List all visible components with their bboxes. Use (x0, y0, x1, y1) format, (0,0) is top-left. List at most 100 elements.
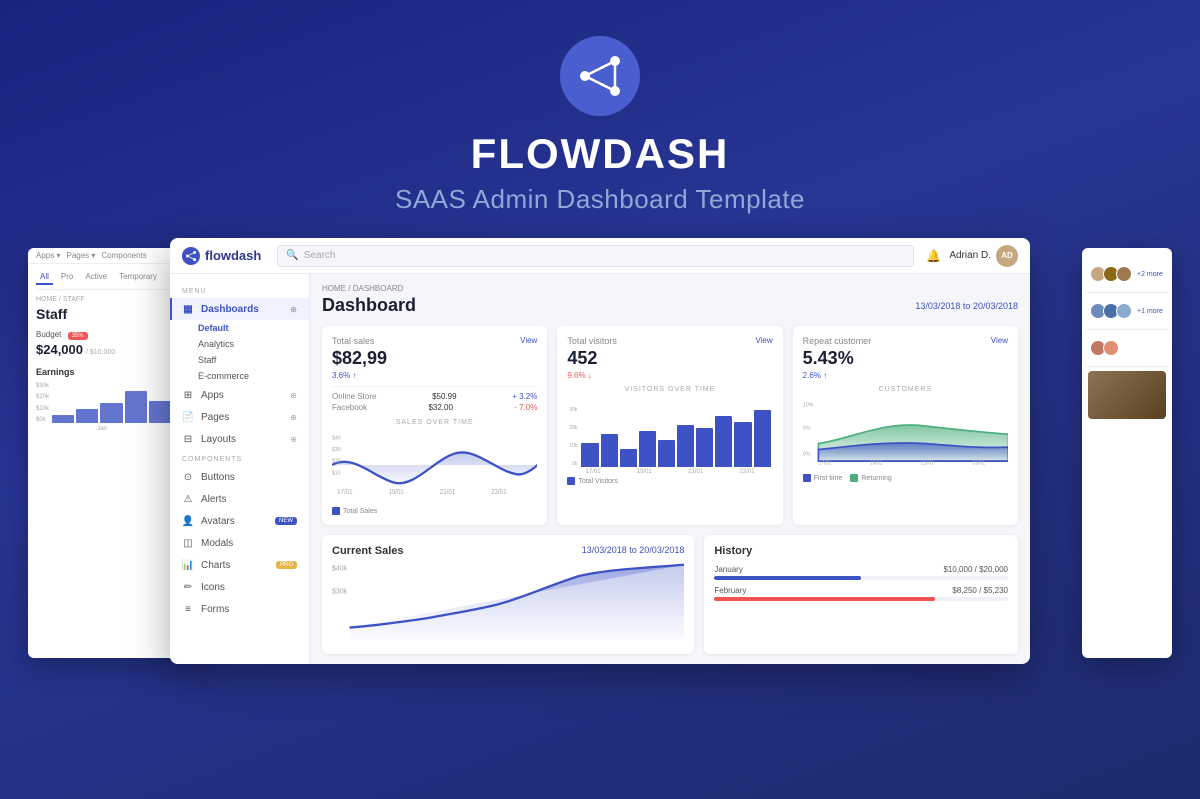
bar (677, 425, 694, 467)
sales-chart-label: SALES OVER TIME (332, 419, 537, 426)
new-badge: NEW (275, 517, 297, 525)
sidebar-item-staff[interactable]: Staff (170, 352, 309, 368)
rp-photo-placeholder (1088, 371, 1166, 419)
lp-tab-all[interactable]: All (36, 270, 53, 285)
sidebar-item-dashboards[interactable]: ▦ Dashboards ⊕ (170, 298, 309, 320)
lp-tab-pro[interactable]: Pro (57, 270, 77, 285)
breadcrumb: HOME / DASHBOARD (322, 284, 1018, 293)
sidebar-item-default[interactable]: Default (170, 320, 309, 336)
sidebar-label-alerts: Alerts (201, 494, 227, 505)
customers-chart-label: CUSTOMERS (803, 386, 1008, 393)
topbar-logo-icon (182, 247, 200, 265)
total-sales-value: $82,99 (332, 348, 537, 369)
sidebar-label-modals: Modals (201, 538, 233, 549)
page-title: Dashboard (322, 295, 416, 316)
svg-text:10%: 10% (803, 402, 813, 408)
preview-container: Apps ▾ Pages ▾ Components All Pro Active… (0, 238, 1200, 664)
lp-pages-tab: Pages ▾ (66, 251, 95, 260)
lp-tab-temporary[interactable]: Temporary (115, 270, 161, 285)
chevron-icon-layouts: ⊕ (290, 435, 297, 444)
topbar-logo-svg (185, 250, 197, 262)
svg-text:17/01: 17/01 (337, 489, 353, 496)
svg-text:19/01: 19/01 (869, 460, 882, 466)
search-bar[interactable]: 🔍 Search (277, 245, 914, 267)
sidebar-item-buttons[interactable]: ⊙ Buttons (170, 466, 309, 488)
sidebar-item-analytics[interactable]: Analytics (170, 336, 309, 352)
search-icon: 🔍 (286, 250, 298, 261)
current-sales-chart: $40k $30k (332, 559, 684, 639)
bar (658, 440, 675, 467)
sidebar-item-icons[interactable]: ✏ Icons (170, 576, 309, 598)
avatar: AD (996, 245, 1018, 267)
table-row: Online Store $50.99 + 3.2% (332, 391, 537, 402)
bar (581, 443, 598, 467)
forms-icon: ≡ (182, 603, 194, 615)
search-placeholder: Search (304, 250, 336, 261)
topbar-logo: flowdash (182, 247, 261, 265)
bar (620, 449, 637, 467)
bar (754, 410, 771, 467)
repeat-customer-label: Repeat customer (803, 336, 872, 346)
lp-tab-active[interactable]: Active (81, 270, 111, 285)
sidebar-item-apps[interactable]: ⊞ Apps ⊕ (170, 384, 309, 406)
lp-components-tab: Components (101, 251, 146, 260)
total-sales-link[interactable]: View (520, 336, 537, 345)
brand-title: FLOWDASH (471, 130, 730, 178)
history-bar-january (714, 576, 861, 580)
sidebar-label-charts: Charts (201, 560, 230, 571)
bar (715, 416, 732, 467)
modals-icon: ◫ (182, 537, 194, 549)
chevron-icon-pages: ⊕ (290, 413, 297, 422)
svg-text:$30k: $30k (332, 588, 348, 595)
svg-text:19/01: 19/01 (388, 489, 404, 496)
user-info: Adrian D. AD (949, 245, 1018, 267)
sidebar-item-alerts[interactable]: ⚠ Alerts (170, 488, 309, 510)
pages-icon: 📄 (182, 411, 194, 423)
history-row-february: February $8,250 / $5,230 (714, 586, 1008, 601)
rp-avatar-row-2: +1 more (1090, 303, 1164, 319)
first-time-legend-dot (803, 474, 811, 482)
bar (696, 428, 713, 467)
sidebar-menu-label: MENU (170, 282, 309, 298)
sidebar-item-layouts[interactable]: ⊟ Layouts ⊕ (170, 428, 309, 450)
dashboard-body: MENU ▦ Dashboards ⊕ Default Analytics St… (170, 274, 1030, 664)
table-row: Facebook $32.00 - 7.0% (332, 402, 537, 413)
total-visitors-link[interactable]: View (755, 336, 772, 345)
history-label: History (714, 545, 752, 557)
sidebar-item-ecommerce[interactable]: E-commerce (170, 368, 309, 384)
repeat-customer-change: 2.6% ↑ (803, 371, 1008, 380)
chevron-icon-apps: ⊕ (290, 391, 297, 400)
card-total-sales: Total sales View $82,99 3.6% ↑ Online St… (322, 326, 547, 525)
brand-logo (560, 36, 640, 116)
svg-text:21/01: 21/01 (440, 489, 456, 496)
current-sales-date-range: 13/03/2018 to 20/03/2018 (582, 545, 685, 555)
logo-icon (575, 51, 625, 101)
avatars-icon: 👤 (182, 515, 194, 527)
card-total-visitors: Total visitors View 452 9.6% ↓ VISITORS … (557, 326, 782, 525)
sidebar-label-apps: Apps (201, 390, 224, 401)
bar (639, 431, 656, 467)
avatar (1103, 340, 1119, 356)
sidebar-item-pages[interactable]: 📄 Pages ⊕ (170, 406, 309, 428)
rp-more-label: +2 more (1137, 271, 1163, 278)
current-sales-label: Current Sales (332, 545, 404, 557)
card-current-sales: Current Sales 13/03/2018 to 20/03/2018 (322, 535, 694, 654)
sidebar-item-avatars[interactable]: 👤 Avatars NEW (170, 510, 309, 532)
sidebar-item-forms[interactable]: ≡ Forms (170, 598, 309, 620)
sidebar-item-modals[interactable]: ◫ Modals (170, 532, 309, 554)
user-name: Adrian D. (949, 250, 991, 261)
repeat-customer-link[interactable]: View (991, 336, 1008, 345)
visitors-chart-label: VISITORS OVER TIME (567, 386, 772, 393)
bell-icon[interactable]: 🔔 (926, 249, 941, 263)
svg-text:23/01: 23/01 (491, 489, 507, 496)
svg-text:5%: 5% (803, 425, 811, 431)
total-sales-legend-label: Total Sales (343, 508, 377, 515)
total-sales-sub-rows: Online Store $50.99 + 3.2% Facebook $32.… (332, 386, 537, 413)
hero-section: FLOWDASH SAAS Admin Dashboard Template (0, 0, 1200, 243)
cards-row-2: Current Sales 13/03/2018 to 20/03/2018 (322, 535, 1018, 654)
sidebar-components-label: COMPONENTS (170, 450, 309, 466)
total-sales-label: Total sales (332, 336, 375, 346)
returning-legend-dot (850, 474, 858, 482)
sidebar-item-charts[interactable]: 📊 Charts PRO (170, 554, 309, 576)
sidebar-label-dashboards: Dashboards (201, 304, 259, 315)
